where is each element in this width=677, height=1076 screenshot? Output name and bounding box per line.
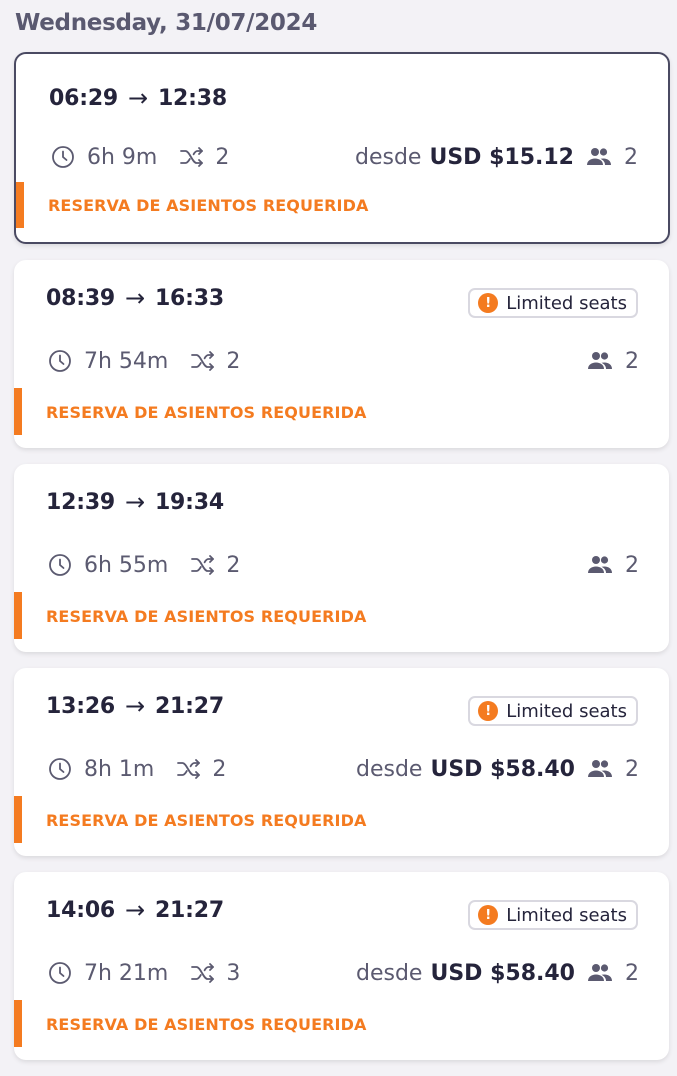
transfers: 2 — [176, 757, 226, 782]
departure-time: 06:29 — [49, 85, 119, 111]
passenger-count: 2 — [625, 552, 639, 578]
shuffle-icon — [190, 962, 216, 984]
duration-text: 7h 54m — [84, 348, 169, 374]
price-value: USD $15.12 — [429, 144, 574, 170]
trip-times: 12:39 → 19:34 — [46, 488, 224, 516]
people-icon — [587, 351, 613, 371]
transfers-count: 2 — [215, 144, 230, 170]
passenger-count: 2 — [625, 756, 639, 782]
badge-label: Limited seats — [506, 700, 627, 722]
clock-icon — [48, 961, 72, 985]
notice-stripe — [14, 796, 22, 843]
price-label: desde — [356, 756, 423, 782]
arrow-right-icon: → — [125, 896, 145, 924]
seat-reservation-notice: RESERVA DE ASIENTOS REQUERIDA — [46, 811, 367, 830]
arrow-right-icon: → — [125, 488, 145, 516]
shuffle-icon — [179, 146, 205, 168]
transfers-count: 2 — [226, 348, 241, 374]
shuffle-icon — [176, 758, 202, 780]
duration-text: 8h 1m — [84, 756, 155, 782]
exclamation-circle-icon: ! — [478, 701, 499, 721]
price-label: desde — [356, 960, 423, 986]
trip-meta: 7h 21m 3 desde USD $58.40 2 — [48, 956, 639, 990]
limited-seats-badge: ! Limited seats — [468, 696, 638, 726]
trip-meta: 8h 1m 2 desde USD $58.40 2 — [48, 752, 639, 786]
clock-icon — [48, 757, 72, 781]
price-value: USD $58.40 — [430, 756, 575, 782]
people-icon — [587, 963, 613, 983]
exclamation-circle-icon: ! — [478, 293, 499, 313]
badge-label: Limited seats — [506, 904, 627, 926]
arrival-time: 21:27 — [154, 897, 224, 923]
shuffle-icon — [190, 350, 216, 372]
trip-meta: 7h 54m 2 2 — [48, 344, 639, 378]
trip-times: 06:29 → 12:38 — [49, 84, 227, 112]
notice-stripe — [14, 388, 22, 435]
exclamation-circle-icon: ! — [478, 905, 499, 925]
trip-times: 13:26 → 21:27 — [46, 692, 224, 720]
people-icon — [587, 555, 613, 575]
trip-card[interactable]: 12:39 → 19:34 6h 55m 2 2 RESERVA DE ASIE… — [14, 464, 669, 652]
departure-time: 14:06 — [46, 897, 116, 923]
transfers-count: 3 — [226, 960, 241, 986]
departure-time: 08:39 — [46, 285, 116, 311]
people-icon — [586, 147, 612, 167]
departure-time: 12:39 — [46, 489, 116, 515]
transfers-count: 2 — [212, 756, 227, 782]
badge-label: Limited seats — [506, 292, 627, 314]
arrow-right-icon: → — [125, 692, 145, 720]
departure-time: 13:26 — [46, 693, 116, 719]
trip-meta: 6h 9m 2 desde USD $15.12 2 — [51, 140, 638, 174]
passengers: 2 — [587, 961, 639, 986]
trip-list: 06:29 → 12:38 6h 9m 2 desde USD $15.12 2 — [14, 52, 670, 1076]
arrival-time: 16:33 — [154, 285, 224, 311]
transfers: 2 — [190, 349, 240, 374]
notice-stripe — [14, 1000, 22, 1047]
arrival-time: 12:38 — [157, 85, 227, 111]
clock-icon — [51, 145, 75, 169]
clock-icon — [48, 349, 72, 373]
notice-stripe — [16, 182, 24, 228]
passenger-count: 2 — [625, 960, 639, 986]
trip-card[interactable]: 06:29 → 12:38 6h 9m 2 desde USD $15.12 2 — [14, 52, 670, 244]
transfers: 2 — [179, 145, 229, 170]
limited-seats-badge: ! Limited seats — [468, 288, 638, 318]
date-heading: Wednesday, 31/07/2024 — [15, 10, 318, 36]
passenger-count: 2 — [625, 348, 639, 374]
shuffle-icon — [190, 554, 216, 576]
seat-reservation-notice: RESERVA DE ASIENTOS REQUERIDA — [48, 196, 369, 215]
notice-stripe — [14, 592, 22, 639]
transfers-count: 2 — [226, 552, 241, 578]
trip-card[interactable]: 13:26 → 21:27 ! Limited seats 8h 1m 2 de… — [14, 668, 669, 856]
seat-reservation-notice: RESERVA DE ASIENTOS REQUERIDA — [46, 1015, 367, 1034]
transfers: 2 — [190, 553, 240, 578]
seat-reservation-notice: RESERVA DE ASIENTOS REQUERIDA — [46, 607, 367, 626]
trip-times: 14:06 → 21:27 — [46, 896, 224, 924]
transfers: 3 — [190, 961, 240, 986]
arrival-time: 19:34 — [154, 489, 224, 515]
passengers: 2 — [587, 553, 639, 578]
passengers: 2 — [587, 349, 639, 374]
passenger-count: 2 — [624, 144, 638, 170]
trip-card[interactable]: 08:39 → 16:33 ! Limited seats 7h 54m 2 2 — [14, 260, 669, 448]
people-icon — [587, 759, 613, 779]
duration-text: 7h 21m — [84, 960, 169, 986]
arrow-right-icon: → — [125, 284, 145, 312]
clock-icon — [48, 553, 72, 577]
duration-text: 6h 9m — [87, 144, 158, 170]
price-value: USD $58.40 — [430, 960, 575, 986]
trip-meta: 6h 55m 2 2 — [48, 548, 639, 582]
limited-seats-badge: ! Limited seats — [468, 900, 638, 930]
arrival-time: 21:27 — [154, 693, 224, 719]
passengers: 2 — [586, 145, 638, 170]
trip-card[interactable]: 14:06 → 21:27 ! Limited seats 7h 21m 3 d… — [14, 872, 669, 1060]
arrow-right-icon: → — [128, 84, 148, 112]
seat-reservation-notice: RESERVA DE ASIENTOS REQUERIDA — [46, 403, 367, 422]
duration-text: 6h 55m — [84, 552, 169, 578]
trip-times: 08:39 → 16:33 — [46, 284, 224, 312]
price-label: desde — [355, 144, 422, 170]
passengers: 2 — [587, 757, 639, 782]
